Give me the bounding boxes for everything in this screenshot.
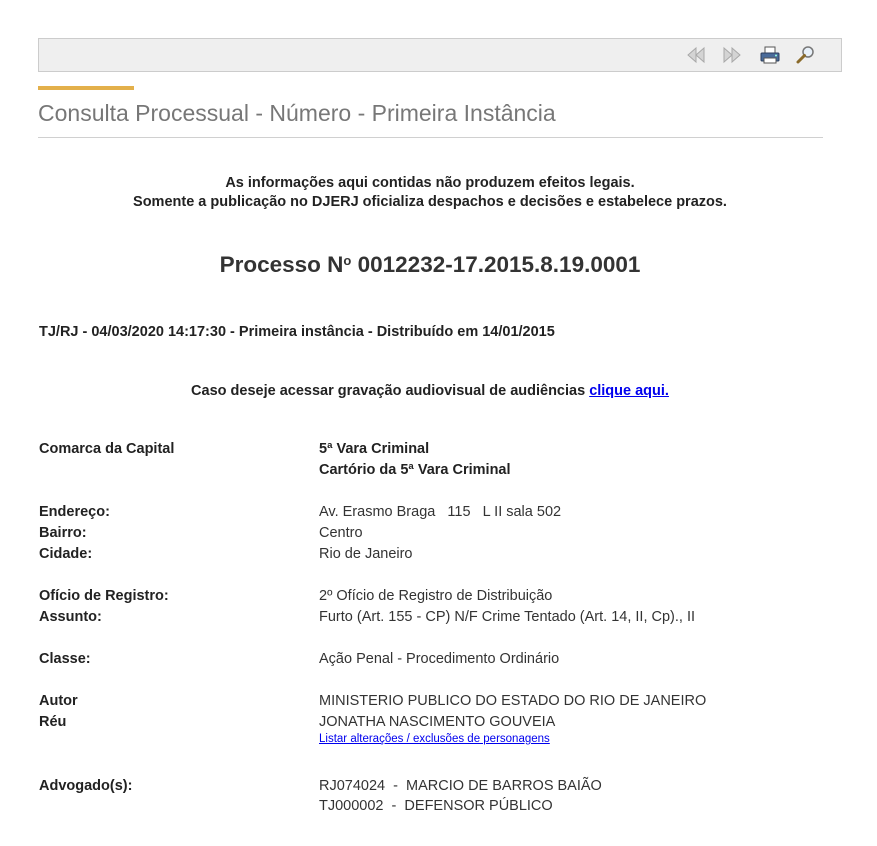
- process-subline: TJ/RJ - 04/03/2020 14:17:30 - Primeira i…: [39, 324, 555, 340]
- audiovisual-text: Caso deseje acessar gravação audiovisual…: [191, 383, 586, 399]
- audiovisual-notice: Caso deseje acessar gravação audiovisual…: [0, 383, 860, 399]
- classe-value: Ação Penal - Procedimento Ordinário: [319, 651, 560, 667]
- comarca-label: Comarca da Capital: [39, 441, 175, 457]
- reu-value: JONATHA NASCIMENTO GOUVEIA: [319, 714, 556, 730]
- toolbar: [38, 38, 842, 72]
- process-number: 0012232-17.2015.8.19.0001: [357, 252, 641, 277]
- audiovisual-link[interactable]: clique aqui.: [589, 383, 669, 399]
- cartorio-value: Cartório da 5ª Vara Criminal: [319, 462, 511, 478]
- process-number-heading: Processo No 0012232-17.2015.8.19.0001: [0, 252, 860, 278]
- vara-value: 5ª Vara Criminal: [319, 441, 430, 457]
- legal-disclaimer: As informações aqui contidas não produze…: [0, 174, 860, 212]
- cidade-label: Cidade:: [39, 546, 93, 562]
- bairro-value: Centro: [319, 525, 363, 541]
- cidade-value: Rio de Janeiro: [319, 546, 413, 562]
- oficio-label: Ofício de Registro:: [39, 588, 169, 604]
- first-page-icon[interactable]: [685, 45, 707, 65]
- print-icon[interactable]: [759, 45, 781, 65]
- disclaimer-line-1: As informações aqui contidas não produze…: [225, 175, 635, 191]
- disclaimer-line-2: Somente a publicação no DJERJ oficializa…: [133, 194, 727, 210]
- classe-label: Classe:: [39, 651, 91, 667]
- assunto-value: Furto (Art. 155 - CP) N/F Crime Tentado …: [319, 609, 696, 625]
- zoom-icon[interactable]: [795, 45, 817, 65]
- advogado-2: TJ000002 - DEFENSOR PÚBLICO: [319, 798, 553, 814]
- advogado-1: RJ074024 - MARCIO DE BARROS BAIÃO: [319, 778, 602, 794]
- process-ordinal: o: [343, 253, 352, 268]
- endereco-value: Av. Erasmo Braga 115 L II sala 502: [319, 504, 562, 520]
- list-personagens-link[interactable]: Listar alterações / exclusões de persona…: [319, 733, 550, 745]
- assunto-label: Assunto:: [39, 609, 102, 625]
- title-divider: [38, 137, 823, 138]
- oficio-value: 2º Ofício de Registro de Distribuição: [319, 588, 553, 604]
- title-accent-bar: [38, 86, 134, 90]
- page-title: Consulta Processual - Número - Primeira …: [38, 100, 556, 126]
- next-page-icon[interactable]: [721, 45, 743, 65]
- process-prefix: Processo N: [219, 252, 344, 277]
- advogados-label: Advogado(s):: [39, 778, 133, 794]
- autor-label: Autor: [39, 693, 78, 709]
- reu-label: Réu: [39, 714, 67, 730]
- endereco-label: Endereço:: [39, 504, 110, 520]
- autor-value: MINISTERIO PUBLICO DO ESTADO DO RIO DE J…: [319, 693, 707, 709]
- bairro-label: Bairro:: [39, 525, 87, 541]
